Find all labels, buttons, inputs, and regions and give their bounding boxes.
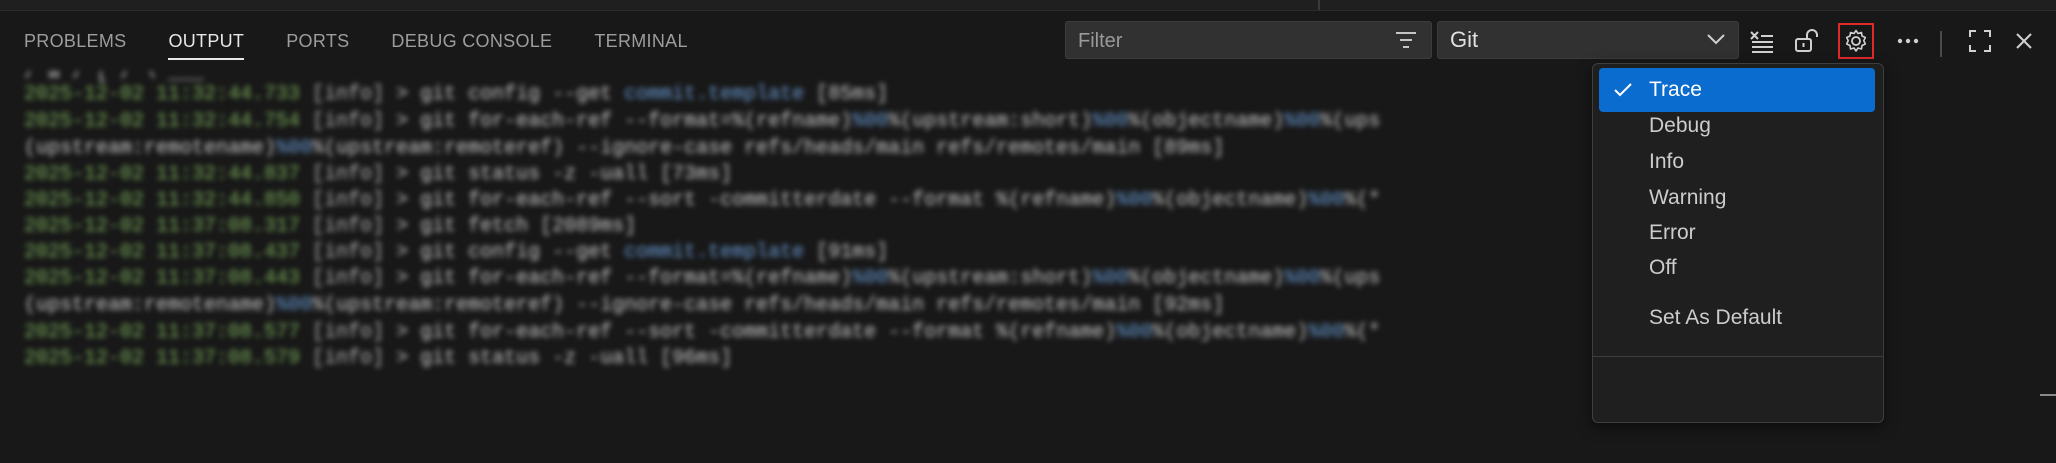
panel-header: PROBLEMS OUTPUT PORTS DEBUG CONSOLE TERM… xyxy=(0,11,2056,71)
toolbar-divider xyxy=(1940,31,1942,57)
log-timestamp: 2025-12-02 11:32:44.837 xyxy=(24,163,301,186)
panel-tabs: PROBLEMS OUTPUT PORTS DEBUG CONSOLE TERM… xyxy=(24,11,709,71)
log-text: %(ups xyxy=(1320,110,1381,133)
log-timestamp: 2025-12-02 11:37:08.579 xyxy=(24,347,301,370)
log-token-highlight: %00 xyxy=(276,294,313,317)
log-text: %(upstream:short) xyxy=(888,267,1093,290)
log-token-highlight: %00 xyxy=(1308,321,1345,344)
log-level: [info] xyxy=(312,163,385,186)
menu-item-label: Set As Default xyxy=(1649,306,1783,329)
output-filter xyxy=(1065,21,1432,60)
ellipsis-icon xyxy=(1897,38,1919,44)
menu-item-label: Info xyxy=(1649,150,1685,173)
tab-output[interactable]: OUTPUT xyxy=(147,11,265,71)
log-token-highlight: %00 xyxy=(1116,321,1153,344)
log-text: %(upstream:short) xyxy=(888,110,1093,133)
log-timestamp: 2025-12-02 11:37:08.437 xyxy=(24,241,301,264)
log-token-highlight: %00 xyxy=(1116,189,1153,212)
log-text: %(* xyxy=(1344,321,1381,344)
log-level: [info] xyxy=(312,241,385,264)
log-text: %(objectname) xyxy=(1152,189,1309,212)
log-text: > git config --get xyxy=(396,241,625,264)
log-text: %(* xyxy=(1344,189,1381,212)
log-token-highlight: %00 xyxy=(1284,267,1321,290)
log-text: %(objectname) xyxy=(1128,110,1285,133)
log-token-highlight: %00 xyxy=(1308,189,1345,212)
editor-top-edge xyxy=(0,0,2056,11)
log-level: [info] xyxy=(312,83,385,106)
menu-item-label: Warning xyxy=(1649,186,1727,209)
tab-terminal[interactable]: TERMINAL xyxy=(573,11,708,71)
clear-output-button[interactable] xyxy=(1744,23,1780,59)
log-token-highlight: %00 xyxy=(1284,110,1321,133)
log-text: > git for-each-ref --sort -committerdate… xyxy=(396,189,1117,212)
tab-ports[interactable]: PORTS xyxy=(265,11,370,71)
log-text: %(upstream:remoteref) --ignore-case refs… xyxy=(312,137,1225,160)
log-text: %(upstream:remoteref) --ignore-case refs… xyxy=(312,294,1225,317)
tab-debug-console[interactable]: DEBUG CONSOLE xyxy=(370,11,573,71)
unlock-icon xyxy=(1795,29,1818,52)
log-text: %(objectname) xyxy=(1152,321,1309,344)
menu-item-label: Trace xyxy=(1649,78,1702,101)
filter-input[interactable] xyxy=(1066,22,1400,60)
log-timestamp: 2025-12-02 11:37:08.577 xyxy=(24,321,301,344)
log-timestamp: 2025-12-02 11:32:44.733 xyxy=(24,83,301,106)
log-level: [info] xyxy=(312,189,385,212)
close-icon xyxy=(2016,33,2032,49)
log-level: [info] xyxy=(312,215,385,238)
log-text: > git status -z -uall [73ms] xyxy=(396,163,733,186)
clear-output-icon xyxy=(1750,31,1773,53)
log-text: [91ms] xyxy=(804,241,889,264)
log-text: > git for-each-ref --format=%(refname) xyxy=(396,267,853,290)
log-token-highlight: %00 xyxy=(1092,267,1129,290)
log-text: > git fetch [2089ms] xyxy=(396,215,637,238)
menu-item-set-as-default[interactable]: Set As Default xyxy=(1599,296,1875,340)
log-text: > git status -z -uall [96ms] xyxy=(396,347,733,370)
log-text: %(objectname) xyxy=(1128,267,1285,290)
log-timestamp: 2025-12-02 11:32:44.754 xyxy=(24,110,301,133)
log-text: (upstream:remotename) xyxy=(24,137,277,160)
output-channel-select[interactable]: Git xyxy=(1437,21,1739,59)
log-text: > git for-each-ref --format=%(refname) xyxy=(396,110,853,133)
scrollbar-marker[interactable] xyxy=(2040,394,2056,396)
menu-separator xyxy=(1593,356,1883,357)
log-line: 2025-12-02 11:37:08.579 [info] > git sta… xyxy=(24,342,732,376)
maximize-icon xyxy=(1969,30,1991,52)
output-channel-value: Git xyxy=(1450,27,1479,52)
log-token-highlight: commit.template xyxy=(624,241,805,264)
log-token-highlight: %00 xyxy=(1092,110,1129,133)
log-text: > git for-each-ref --sort -committerdate… xyxy=(396,321,1117,344)
chevron-down-icon xyxy=(1707,34,1725,45)
menu-item-label: Off xyxy=(1649,256,1677,279)
menu-item-label: Error xyxy=(1649,221,1696,244)
lock-scroll-button[interactable] xyxy=(1788,23,1824,59)
log-text: %(ups xyxy=(1320,267,1381,290)
log-text: > git config --get xyxy=(396,83,625,106)
maximize-panel-button[interactable] xyxy=(1962,23,1998,59)
log-text: [85ms] xyxy=(804,83,889,106)
log-text: (upstream:remotename) xyxy=(24,294,277,317)
close-panel-button[interactable] xyxy=(2006,23,2042,59)
output-settings-button[interactable] xyxy=(1838,23,1874,59)
editor-divider xyxy=(1318,0,1320,10)
tab-problems[interactable]: PROBLEMS xyxy=(24,11,147,71)
more-actions-button[interactable] xyxy=(1890,23,1926,59)
filter-icon[interactable] xyxy=(1395,30,1417,50)
log-level: [info] xyxy=(312,347,385,370)
menu-item-off[interactable]: Off xyxy=(1599,246,1875,290)
gear-icon xyxy=(1845,29,1867,52)
log-level: [info] xyxy=(312,110,385,133)
log-timestamp: 2025-12-02 11:37:08.317 xyxy=(24,215,301,238)
menu-item-label: Debug xyxy=(1649,114,1711,137)
log-timestamp: 2025-12-02 11:37:08.443 xyxy=(24,267,301,290)
log-token-highlight: %00 xyxy=(852,267,889,290)
log-level-menu: Trace Debug Info Warning Error Off Set A… xyxy=(1592,63,1884,423)
log-level: [info] xyxy=(312,267,385,290)
log-token-highlight: commit.template xyxy=(624,83,805,106)
log-token-highlight: %00 xyxy=(852,110,889,133)
log-token-highlight: %00 xyxy=(276,137,313,160)
log-level: [info] xyxy=(312,321,385,344)
log-timestamp: 2025-12-02 11:32:44.850 xyxy=(24,189,301,212)
